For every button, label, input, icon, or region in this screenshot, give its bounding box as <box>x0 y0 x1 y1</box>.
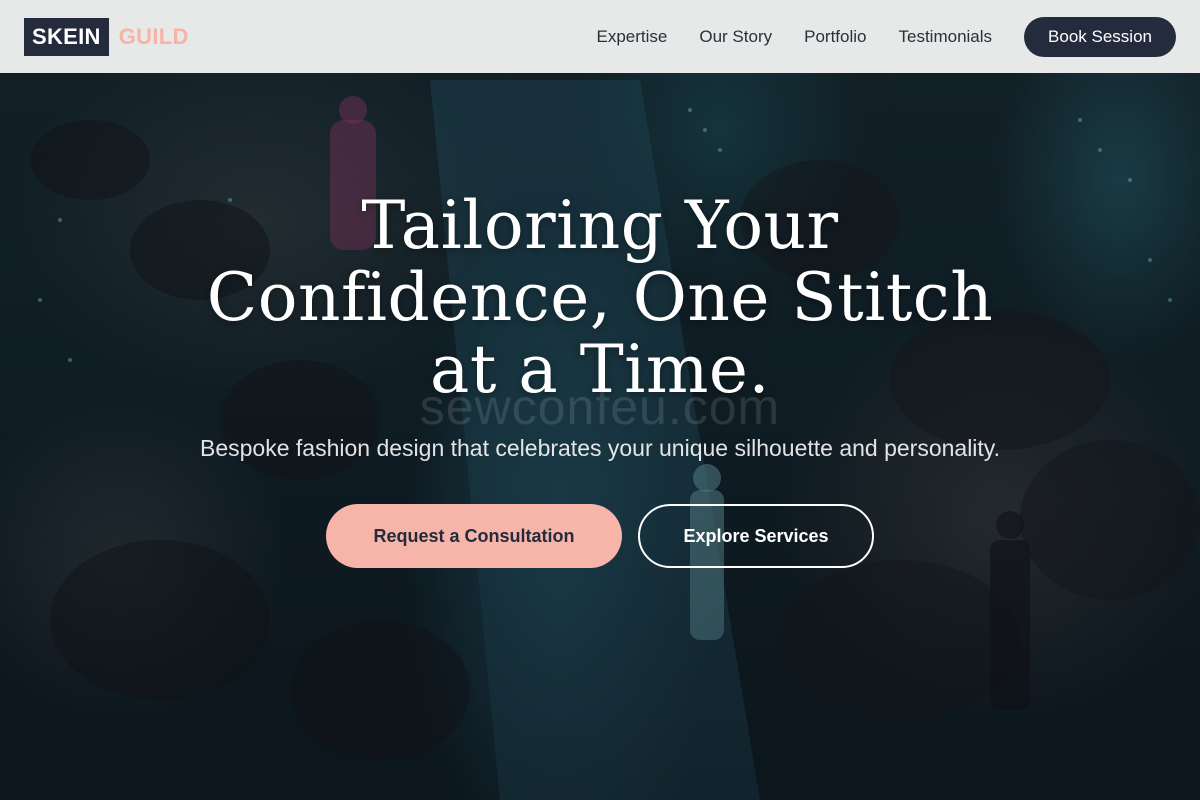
top-navbar: SKEIN GUILD Expertise Our Story Portfoli… <box>0 0 1200 73</box>
hero-section: Tailoring Your Confidence, One Stitch at… <box>0 190 1200 568</box>
request-consultation-button[interactable]: Request a Consultation <box>326 504 622 568</box>
hero-title: Tailoring Your Confidence, One Stitch at… <box>206 187 994 408</box>
hero-subtitle: Bespoke fashion design that celebrates y… <box>200 435 1000 461</box>
logo-main-text: SKEIN <box>24 17 109 56</box>
nav-link-portfolio[interactable]: Portfolio <box>804 27 866 47</box>
nav-link-our-story[interactable]: Our Story <box>699 27 772 47</box>
brand-logo[interactable]: SKEIN GUILD <box>24 17 189 56</box>
main-nav: Expertise Our Story Portfolio Testimonia… <box>597 16 1176 57</box>
explore-services-button[interactable]: Explore Services <box>638 504 874 568</box>
cta-button-group: Request a Consultation Explore Services <box>326 504 874 568</box>
book-session-button[interactable]: Book Session <box>1024 16 1176 57</box>
nav-link-expertise[interactable]: Expertise <box>597 27 668 47</box>
nav-link-testimonials[interactable]: Testimonials <box>899 27 993 47</box>
logo-accent-text: GUILD <box>118 23 189 49</box>
